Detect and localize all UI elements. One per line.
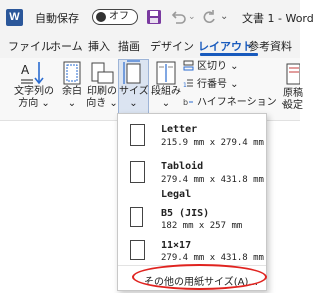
text-direction-button[interactable]: A 文字列の 方向 ⌄ <box>10 60 58 118</box>
size-option-legal[interactable]: Legal <box>118 186 266 200</box>
page-icon <box>130 161 145 183</box>
page-icon <box>130 124 145 146</box>
app-icon-letter: W <box>9 11 20 23</box>
page-icon <box>130 207 143 227</box>
orientation-icon <box>91 62 114 84</box>
size-label: サイズ ⌄ <box>119 86 149 109</box>
orientation-label: 印刷の 向き ⌄ <box>86 86 118 109</box>
line-numbers-label: 行番号 ⌄ <box>197 79 239 90</box>
customize-qat-icon[interactable]: ⌄ <box>220 8 228 26</box>
page-icon <box>130 240 145 260</box>
size-name: 11×17 <box>161 240 192 251</box>
text-direction-label: 文字列の 方向 ⌄ <box>14 86 54 109</box>
size-button[interactable]: サイズ ⌄ <box>118 59 149 114</box>
autosave-label: 自動保存 <box>35 12 79 25</box>
size-name: Letter <box>161 124 198 135</box>
tab-layout[interactable]: レイアウト <box>198 38 253 54</box>
ribbon-layout: A 文字列の 方向 ⌄ 余白 ⌄ 印刷の 向き ⌄ サイズ ⌄ 段組み ⌄ 区切… <box>0 58 303 121</box>
breaks-label: 区切り ⌄ <box>197 61 239 72</box>
highlight-annotation <box>132 264 267 290</box>
size-dims: 182 mm x 257 mm <box>161 221 243 231</box>
size-dims: 279.4 mm x 431.8 mm <box>161 253 264 263</box>
tab-references[interactable]: 参考資料 <box>248 38 292 54</box>
undo-dropdown-icon[interactable]: ⌄ <box>188 8 196 26</box>
tab-draw[interactable]: 描画 <box>118 38 140 54</box>
line-numbers-button[interactable]: 1 行番号 ⌄ <box>183 78 239 92</box>
tab-home[interactable]: ホーム <box>50 38 83 54</box>
size-icon <box>122 60 140 84</box>
hyphenation-button[interactable]: b ハイフネーション ⌄ <box>183 96 288 110</box>
autosave-state: オフ <box>109 11 129 22</box>
tab-design[interactable]: デザイン <box>150 38 194 54</box>
ribbon-tabs: ファイル ホーム 挿入 描画 デザイン レイアウト 参考資料 <box>0 34 300 58</box>
columns-button[interactable]: 段組み ⌄ <box>150 60 182 118</box>
size-name: Legal <box>161 189 192 200</box>
svg-text:A: A <box>21 63 30 77</box>
hyphenation-label: ハイフネーション ⌄ <box>197 97 289 108</box>
manuscript-setup-label[interactable]: 原稿 設定 <box>283 88 303 112</box>
undo-icon[interactable] <box>169 8 187 26</box>
autosave-toggle[interactable]: オフ <box>92 9 138 25</box>
size-dims: 215.9 mm x 279.4 mm <box>161 138 264 148</box>
margins-icon <box>63 61 81 85</box>
orientation-button[interactable]: 印刷の 向き ⌄ <box>86 60 118 118</box>
document-title: 文書 1 - Word <box>242 12 314 25</box>
svg-text:1: 1 <box>183 82 187 89</box>
breaks-button[interactable]: 区切り ⌄ <box>183 60 239 74</box>
word-app-icon: W <box>6 9 23 26</box>
svg-text:b: b <box>183 98 188 107</box>
margins-button[interactable]: 余白 ⌄ <box>58 60 86 118</box>
manuscript-icon <box>286 63 300 85</box>
size-name: Tabloid <box>161 161 204 172</box>
title-bar: W 自動保存 オフ ⌄ ⌄ 文書 1 - Word <box>0 0 314 34</box>
size-name: B5 (JIS) <box>161 208 210 219</box>
tab-insert[interactable]: 挿入 <box>88 38 110 54</box>
margins-label: 余白 ⌄ <box>62 86 82 109</box>
redo-icon[interactable] <box>199 8 217 26</box>
tab-file[interactable]: ファイル <box>8 38 52 54</box>
columns-icon <box>156 61 176 85</box>
line-numbers-icon: 1 <box>183 79 193 89</box>
size-dims: 279.4 mm x 431.8 mm <box>161 175 264 185</box>
save-icon[interactable] <box>145 8 163 26</box>
columns-label: 段組み ⌄ <box>151 86 181 109</box>
breaks-icon <box>183 60 194 71</box>
text-direction-icon: A <box>21 62 44 85</box>
toggle-knob <box>96 12 106 22</box>
hyphenation-icon: b <box>183 98 193 107</box>
